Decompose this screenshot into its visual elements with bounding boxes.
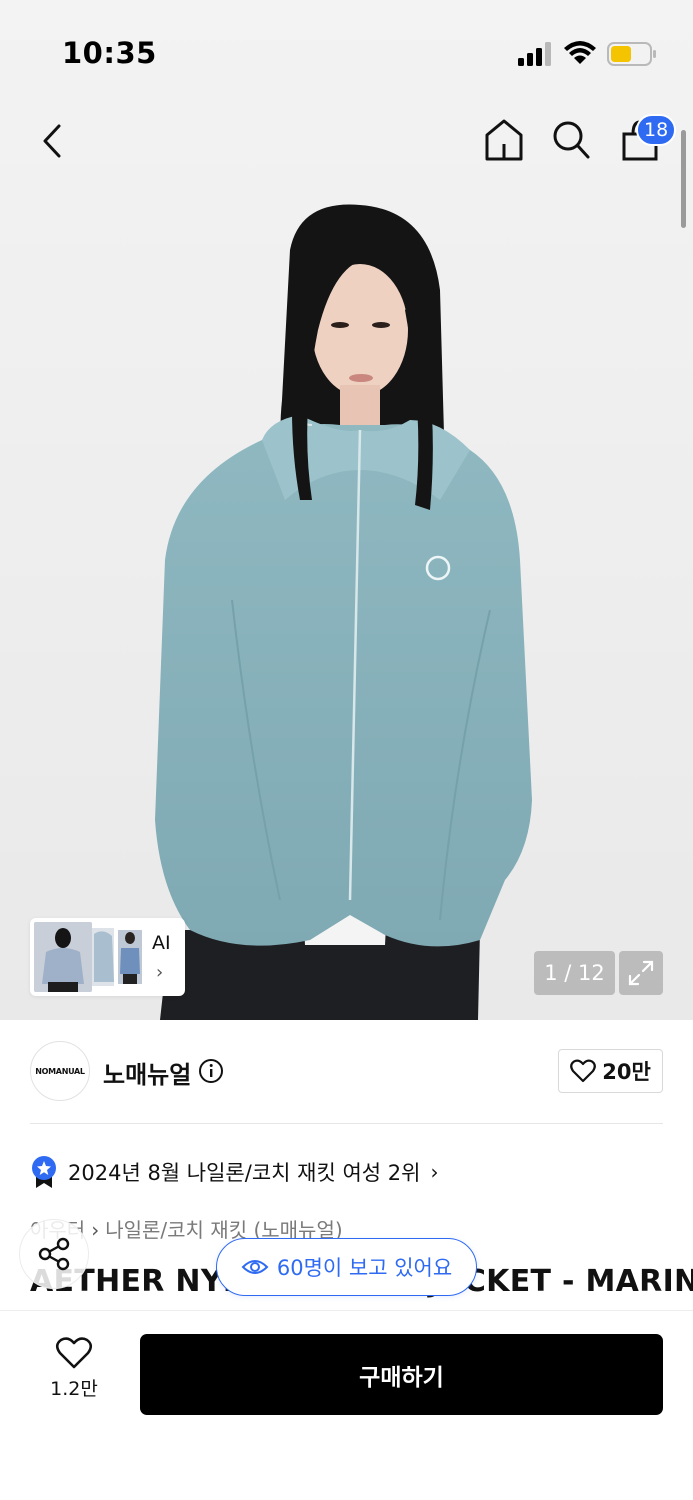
- cart-count-badge: 18: [636, 114, 677, 146]
- buy-button[interactable]: 구매하기: [140, 1334, 663, 1415]
- eye-icon: [241, 1260, 269, 1274]
- share-button[interactable]: [19, 1219, 89, 1289]
- divider: [30, 1123, 663, 1124]
- info-icon[interactable]: [198, 1058, 224, 1084]
- ai-thumbnail-label[interactable]: AI: [152, 932, 171, 954]
- ranking-text: 2024년 8월 나일론/코치 재킷 여성 2위: [68, 1161, 421, 1185]
- wifi-icon: [564, 41, 596, 64]
- home-button[interactable]: [480, 114, 528, 166]
- brand-logo-text: NOMANUAL: [35, 1066, 85, 1076]
- thumbnail-image[interactable]: [92, 928, 114, 986]
- home-icon: [485, 119, 523, 161]
- brand-like-button[interactable]: 20만: [558, 1049, 663, 1093]
- back-button[interactable]: [30, 118, 76, 164]
- heart-icon: [570, 1059, 597, 1083]
- cellular-signal-icon: [518, 42, 551, 66]
- wishlist-button[interactable]: 1.2만: [36, 1336, 112, 1412]
- chevron-right-icon[interactable]: ›: [156, 962, 163, 983]
- status-time: 10:35: [62, 36, 157, 70]
- ranking-link[interactable]: 2024년 8월 나일론/코치 재킷 여성 2위 ›: [30, 1152, 438, 1192]
- status-bar: 10:35: [0, 0, 693, 100]
- image-page-counter: 1 / 12: [534, 951, 615, 995]
- scrollbar[interactable]: [681, 130, 686, 228]
- viewers-text: 60명이 보고 있어요: [276, 1256, 453, 1280]
- thumbnail-image[interactable]: [118, 930, 142, 984]
- viewers-count-pill: 60명이 보고 있어요: [216, 1238, 477, 1296]
- brand-logo[interactable]: NOMANUAL: [30, 1041, 90, 1101]
- battery-icon: [607, 42, 656, 66]
- chevron-right-icon: ›: [91, 1218, 100, 1242]
- back-arrow-icon: [43, 124, 61, 158]
- share-icon: [38, 1237, 70, 1271]
- wishlist-count: 1.2만: [50, 1378, 98, 1400]
- thumbnail-image[interactable]: [34, 922, 92, 992]
- brand-name[interactable]: 노매뉴얼: [103, 1055, 191, 1090]
- search-button[interactable]: [548, 116, 594, 164]
- chevron-right-icon: ›: [430, 1160, 439, 1184]
- ranking-medal-icon: [32, 1156, 56, 1188]
- thumbnail-strip[interactable]: AI ›: [30, 918, 185, 996]
- expand-icon: [628, 960, 654, 986]
- expand-image-button[interactable]: [619, 951, 663, 995]
- search-icon: [553, 121, 590, 159]
- heart-icon: [55, 1337, 93, 1369]
- brand-like-count: 20만: [602, 1060, 651, 1084]
